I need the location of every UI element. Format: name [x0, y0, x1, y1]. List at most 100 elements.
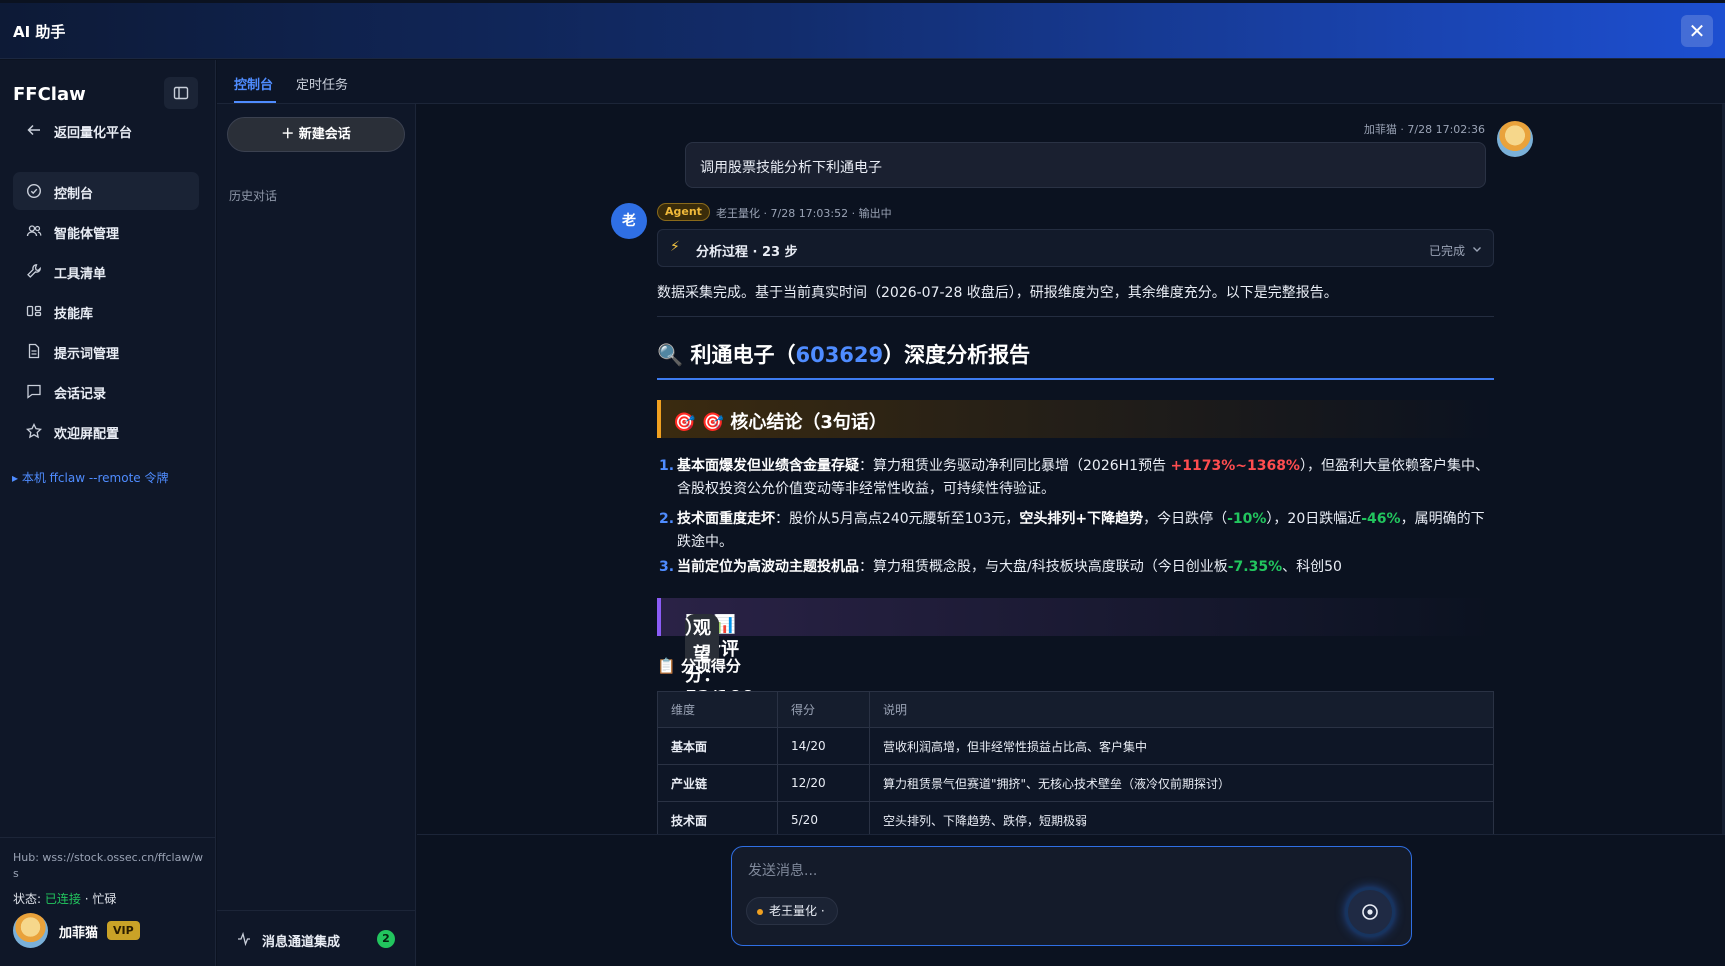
list-number: 3. — [659, 559, 675, 575]
active-tab-indicator — [234, 101, 276, 103]
gain-value: +1173%~1368% — [1170, 458, 1300, 474]
table-cell: 14/20 — [777, 727, 870, 765]
sidebar-item-welcome[interactable]: 欢迎屏配置 — [13, 412, 199, 450]
chevron-down-icon — [1473, 247, 1481, 252]
list-item-text: 当前定位为高波动主题投机品：算力租赁概念股，与大盘/科技板块高度联动（今日创业板… — [677, 556, 1492, 579]
list-item-bold: 当前定位为高波动主题投机品 — [677, 559, 859, 575]
table-row: 产业链 12/20 算力租赁景气但赛道"拥挤"、无核心技术壁垒（液冷仅前期探讨） — [657, 764, 1494, 802]
bolt-icon: ⚡ — [670, 239, 680, 255]
table-cell: 产业链 — [657, 764, 778, 802]
user-message-bubble: 调用股票技能分析下利通电子 — [685, 142, 1486, 188]
agent-badge: Agent — [657, 203, 710, 221]
sidebar: FFClaw 返回量化平台 控制台 智能体管理 工具清单 技能库 提示词管理 会… — [0, 60, 216, 966]
star-icon — [26, 423, 42, 439]
tab-scheduled-tasks[interactable]: 定时任务 — [296, 74, 348, 93]
list-item-text: 基本面爆发但业绩含金量存疑：算力租赁业务驱动净利同比暴增（2026H1预告 +1… — [677, 455, 1492, 501]
status-label: 状态: — [13, 892, 42, 906]
status-extra: · 忙碌 — [84, 892, 117, 906]
arrow-left-icon — [27, 124, 40, 136]
table-row: 技术面 5/20 空头排列、下降趋势、跌停，短期极弱 — [657, 801, 1494, 839]
list-item-span: ：算力租赁概念股，与大盘/科技板块高度联动（今日创业板 — [859, 559, 1228, 575]
report-title-suffix: ）深度分析报告 — [883, 343, 1031, 367]
app-window: AI 助手 ✕ FFClaw 返回量化平台 控制台 智能体管理 工具清单 技能库 — [0, 0, 1725, 966]
score-heading-suffix: ） — [685, 618, 703, 639]
sidebar-item-label: 欢迎屏配置 — [54, 427, 120, 442]
message-input[interactable]: 发送消息... 老王量化 · — [731, 846, 1412, 946]
sidebar-item-back[interactable]: 返回量化平台 — [13, 111, 199, 149]
record-icon — [1362, 904, 1378, 920]
analysis-process-toggle[interactable]: ⚡ 分析过程 · 23 步 已完成 — [657, 229, 1494, 267]
list-item-span: ：算力租赁业务驱动净利同比暴增（2026H1预告 — [859, 458, 1171, 474]
agent-selector[interactable]: 老王量化 · — [746, 897, 838, 925]
new-chat-button[interactable]: ＋ 新建会话 — [227, 117, 405, 152]
sidebar-item-label: 提示词管理 — [54, 347, 120, 362]
process-label: 分析过程 · 23 步 — [696, 245, 798, 260]
user-name: 加菲猫 — [59, 926, 99, 941]
tab-console[interactable]: 控制台 — [234, 74, 273, 93]
conversation-panel: ＋ 新建会话 历史对话 消息通道集成 2 — [217, 104, 416, 966]
stock-code-link[interactable]: 603629 — [795, 343, 883, 367]
report-title-prefix: 🔍 利通电子（ — [657, 343, 796, 367]
agent-message-meta: 老王量化 · 7/28 17:03:52 · 输出中 — [716, 207, 892, 220]
sidebar-item-sessions[interactable]: 会话记录 — [13, 372, 199, 410]
brand-logo: FFClaw — [13, 84, 86, 105]
connection-status: 状态: 已连接 · 忙碌 — [13, 890, 116, 907]
list-item-span: 、科创50 — [1282, 559, 1342, 575]
status-connected: 已连接 — [44, 892, 81, 906]
list-item-span: ，今日跌停（ — [1143, 511, 1228, 527]
process-status: 已完成 — [1428, 244, 1465, 258]
vip-badge: VIP — [107, 921, 140, 940]
tab-bar: 控制台 定时任务 — [217, 60, 1725, 104]
table-cell: 5/20 — [777, 801, 870, 839]
skills-icon — [26, 305, 42, 317]
divider — [657, 316, 1494, 317]
sidebar-item-console[interactable]: 控制台 — [13, 172, 199, 210]
message-input-placeholder: 发送消息... — [748, 863, 818, 879]
list-item: 3. 当前定位为高波动主题投机品：算力租赁概念股，与大盘/科技板块高度联动（今日… — [657, 556, 1492, 579]
title-bar: AI 助手 ✕ — [0, 3, 1725, 59]
window-title: AI 助手 — [13, 23, 66, 41]
message-channel-button[interactable]: 消息通道集成 2 — [217, 910, 416, 966]
table-cell: 基本面 — [657, 727, 778, 765]
list-number: 2. — [659, 511, 675, 527]
list-item-bold: 基本面爆发但业绩含金量存疑 — [677, 458, 859, 474]
chat-icon — [27, 384, 41, 399]
score-heading: 📊 📊 综合评分：52/100（评级：谨慎 / 观望） — [657, 598, 1494, 759]
sidebar-item-label: 会话记录 — [54, 387, 107, 402]
table-cell: 营收利润高增，但非经常性损益占比高、客户集中 — [869, 727, 1494, 765]
sidebar-item-prompts[interactable]: 提示词管理 — [13, 332, 199, 370]
activity-icon — [238, 932, 250, 946]
list-item-bold: 技术面重度走坏 — [677, 511, 775, 527]
sidebar-item-tools[interactable]: 工具清单 — [13, 252, 199, 290]
list-item-text: 技术面重度走坏：股价从5月高点240元腰斩至103元，空头排列+下降趋势，今日跌… — [677, 508, 1492, 554]
sidebar-footer: Hub: wss://stock.ossec.cn/ffclaw/ws 状态: … — [0, 837, 216, 966]
list-item-span: ：股价从5月高点240元腰斩至103元， — [775, 511, 1020, 527]
score-table: 维度 得分 说明 基本面 14/20 营收利润高增，但非经常性损益占比高、客户集… — [657, 691, 1494, 839]
sidebar-toggle-button[interactable] — [164, 77, 198, 109]
remote-token-link[interactable]: ▸ 本机 ffclaw --remote 令牌 — [12, 469, 168, 486]
loss-value: -7.35% — [1227, 559, 1283, 575]
close-icon[interactable]: ✕ — [1681, 15, 1713, 47]
table-cell: 技术面 — [657, 801, 778, 839]
wrench-icon — [27, 264, 41, 278]
user-avatar[interactable] — [13, 913, 48, 948]
send-button[interactable] — [1348, 890, 1392, 934]
conclusion-heading: 🎯 🎯 核心结论（3句话） — [657, 400, 1494, 438]
sidebar-item-label: 工具清单 — [54, 267, 107, 282]
status-dot — [757, 909, 763, 915]
conclusion-heading-text: 🎯 🎯 核心结论（3句话） — [673, 412, 887, 433]
table-cell: 算力租赁景气但赛道"拥挤"、无核心技术壁垒（液冷仅前期探讨） — [869, 764, 1494, 802]
sidebar-item-skills[interactable]: 技能库 — [13, 292, 199, 330]
sidebar-item-label: 返回量化平台 — [54, 126, 133, 141]
sidebar-item-agents[interactable]: 智能体管理 — [13, 212, 199, 250]
title-underline — [657, 378, 1494, 380]
agent-avatar: 老 — [611, 203, 647, 239]
table-header-row: 维度 得分 说明 — [657, 691, 1494, 728]
user-message-avatar — [1497, 121, 1533, 157]
sidebar-item-label: 智能体管理 — [54, 227, 120, 242]
table-cell: 12/20 — [777, 764, 870, 802]
report-intro: 数据采集完成。基于当前真实时间（2026-07-28 收盘后），研报维度为空，其… — [657, 285, 1338, 301]
loss-value: -10% — [1227, 511, 1267, 527]
table-row: 基本面 14/20 营收利润高增，但非经常性损益占比高、客户集中 — [657, 727, 1494, 765]
list-item-bold: 空头排列+下降趋势 — [1019, 511, 1144, 527]
